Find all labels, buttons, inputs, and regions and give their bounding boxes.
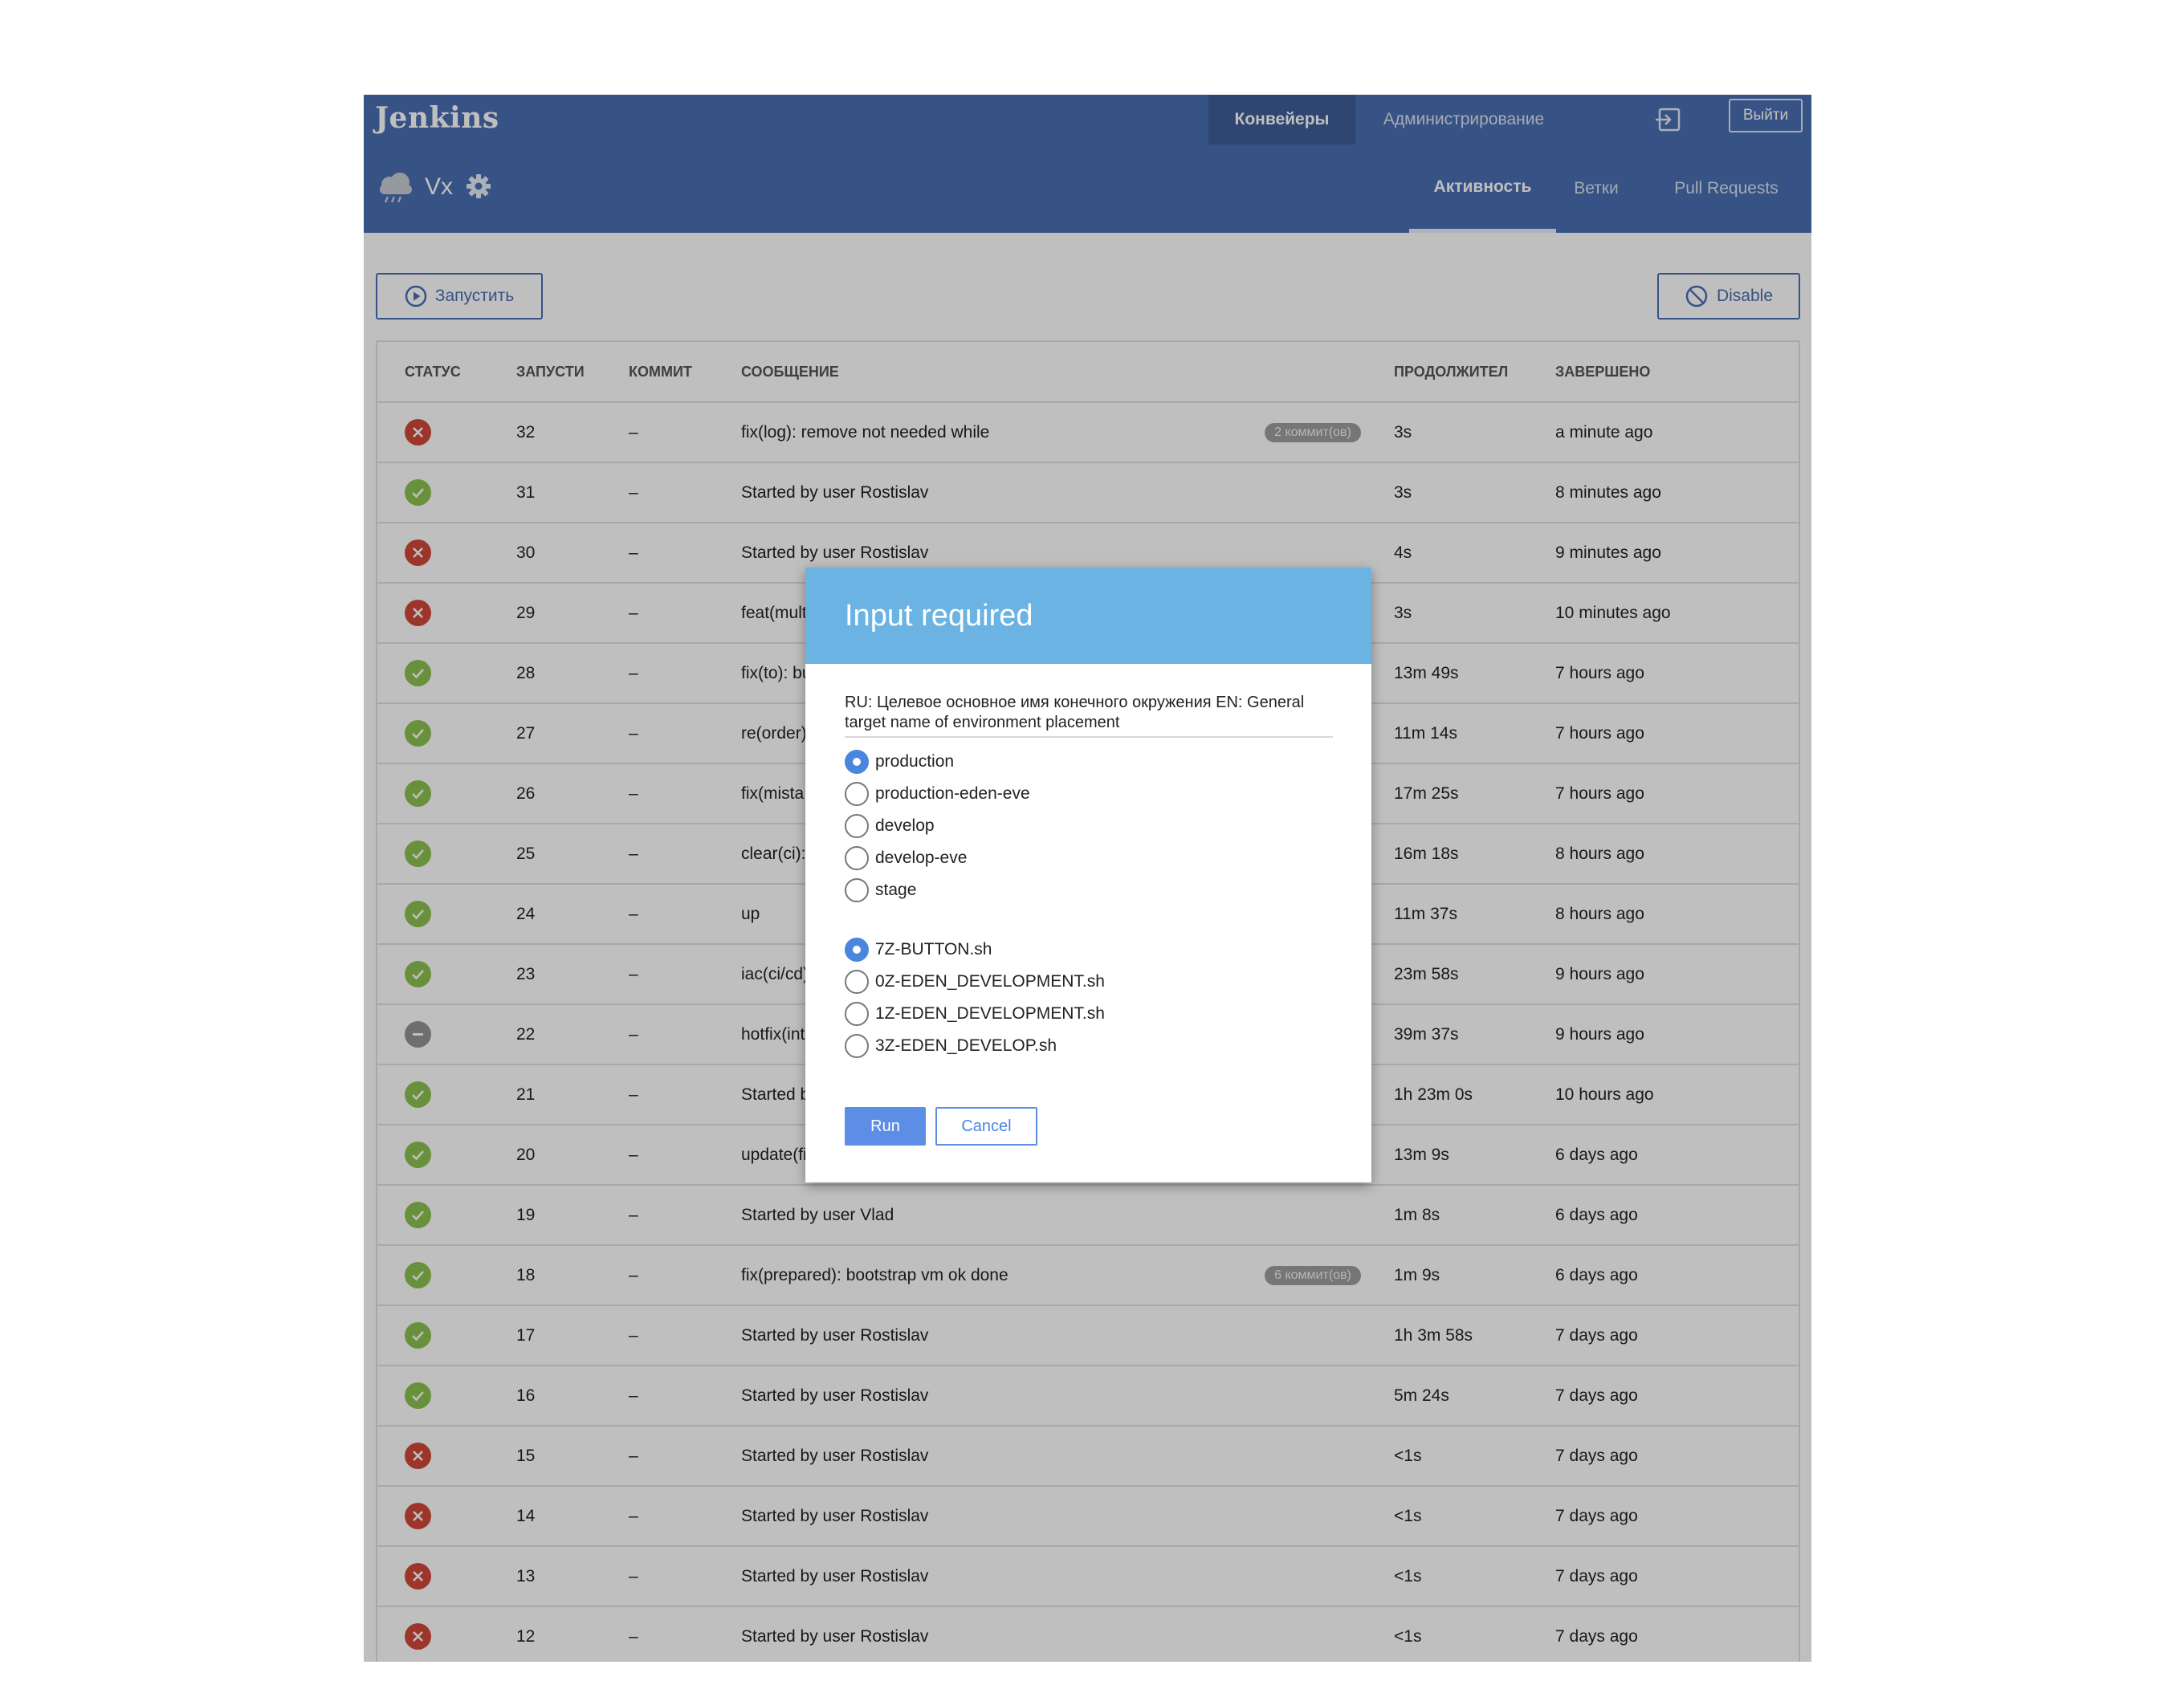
radio-unchecked[interactable] [845, 878, 869, 902]
radio-label[interactable]: 0Z-EDEN_DEVELOPMENT.sh [875, 972, 1105, 991]
radio-unchecked[interactable] [845, 970, 869, 994]
input-required-dialog: Input required RU: Целевое основное имя … [805, 568, 1371, 1182]
radio-option[interactable]: 7Z-BUTTON.sh [845, 934, 1333, 966]
radio-label[interactable]: stage [875, 881, 916, 900]
radio-label[interactable]: production-eden-eve [875, 784, 1030, 804]
radio-option[interactable]: stage [845, 874, 1333, 906]
radio-option[interactable]: develop [845, 810, 1333, 842]
radio-option[interactable]: 3Z-EDEN_DEVELOP.sh [845, 1030, 1333, 1062]
jenkins-app: Jenkins Конвейеры Администрирование Выйт… [364, 95, 1811, 1662]
environment-radio-group: production production-eden-eve develop deve… [845, 746, 1333, 906]
radio-checked[interactable] [845, 938, 869, 962]
radio-unchecked[interactable] [845, 1034, 869, 1058]
radio-label[interactable]: develop [875, 816, 935, 836]
dialog-actions: Run Cancel [845, 1107, 1037, 1146]
radio-option[interactable]: production [845, 746, 1333, 778]
dialog-title: Input required [845, 598, 1033, 633]
radio-label[interactable]: develop-eve [875, 849, 967, 868]
run-button[interactable]: Run [845, 1107, 926, 1146]
radio-label[interactable]: production [875, 752, 954, 771]
radio-option[interactable]: develop-eve [845, 842, 1333, 874]
cancel-button[interactable]: Cancel [935, 1107, 1037, 1146]
radio-unchecked[interactable] [845, 846, 869, 870]
radio-option[interactable]: 1Z-EDEN_DEVELOPMENT.sh [845, 998, 1333, 1030]
script-radio-group: 7Z-BUTTON.sh 0Z-EDEN_DEVELOPMENT.sh 1Z-EDE… [845, 934, 1333, 1062]
radio-option[interactable]: 0Z-EDEN_DEVELOPMENT.sh [845, 966, 1333, 998]
radio-checked[interactable] [845, 750, 869, 774]
radio-unchecked[interactable] [845, 814, 869, 838]
radio-label[interactable]: 3Z-EDEN_DEVELOP.sh [875, 1036, 1057, 1056]
dialog-body: RU: Целевое основное имя конечного окруж… [845, 664, 1333, 1062]
parameter-description: RU: Целевое основное имя конечного окруж… [845, 693, 1333, 738]
radio-label[interactable]: 7Z-BUTTON.sh [875, 940, 992, 959]
radio-unchecked[interactable] [845, 1002, 869, 1026]
radio-option[interactable]: production-eden-eve [845, 778, 1333, 810]
radio-unchecked[interactable] [845, 782, 869, 806]
dialog-header: Input required [805, 568, 1371, 664]
radio-label[interactable]: 1Z-EDEN_DEVELOPMENT.sh [875, 1004, 1105, 1024]
